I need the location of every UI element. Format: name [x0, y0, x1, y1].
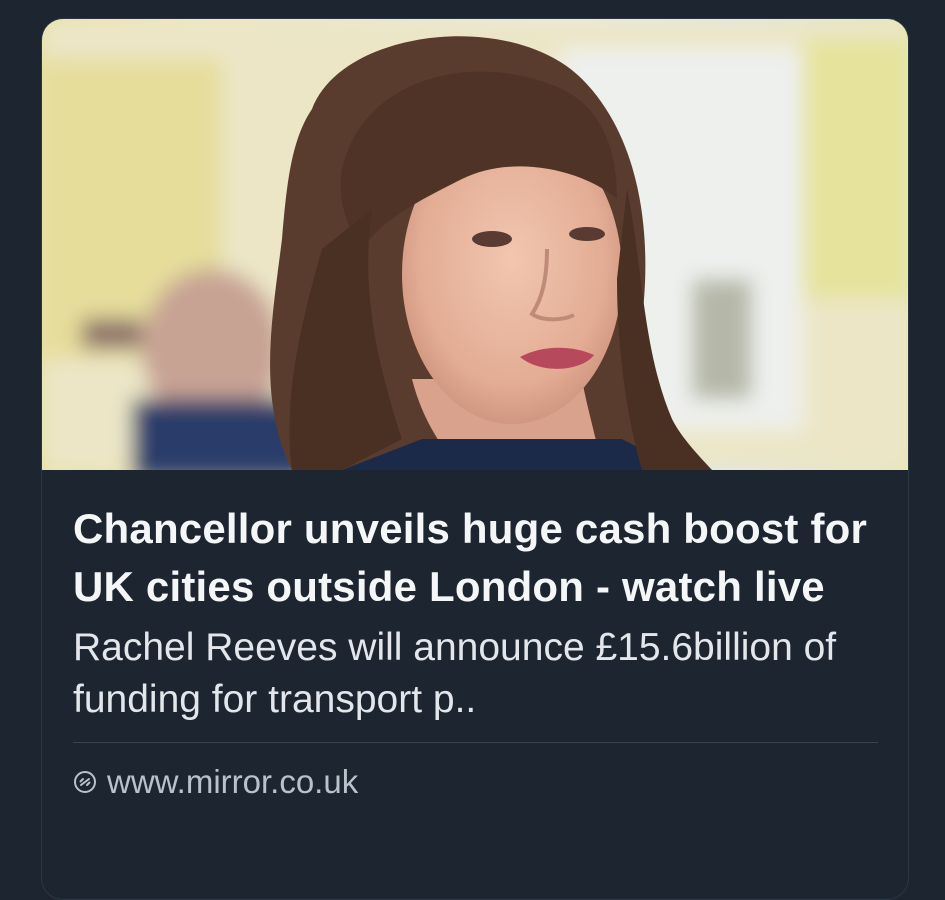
divider: [73, 742, 878, 743]
article-photo: [42, 19, 908, 470]
article-headline[interactable]: Chancellor unveils huge cash boost for U…: [73, 500, 877, 616]
card-text: Chancellor unveils huge cash boost for U…: [42, 470, 908, 801]
link-preview-card[interactable]: Chancellor unveils huge cash boost for U…: [41, 18, 909, 900]
link-icon: [74, 771, 96, 793]
source-domain: www.mirror.co.uk: [107, 763, 359, 800]
source-link[interactable]: www.mirror.co.uk: [73, 763, 877, 801]
article-description: Rachel Reeves will announce £15.6billion…: [73, 626, 837, 721]
article-image[interactable]: [42, 19, 908, 470]
